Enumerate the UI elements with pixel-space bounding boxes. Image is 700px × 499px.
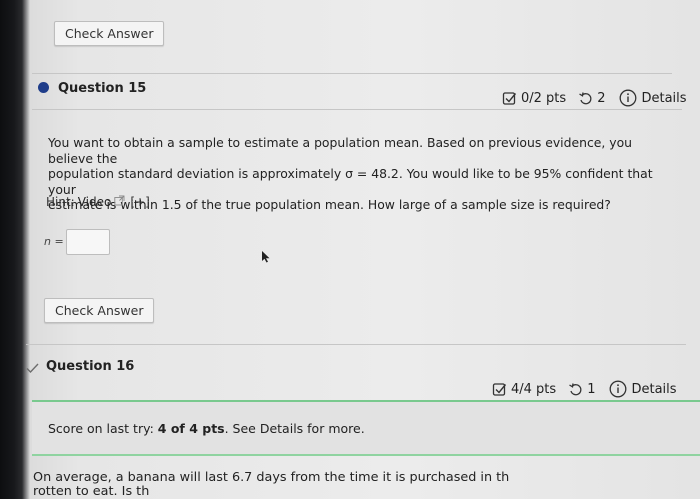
question-15-details-link[interactable]: Details xyxy=(641,91,686,106)
hint-label: Hint: xyxy=(46,195,75,209)
question-16-title: Question 16 xyxy=(46,359,135,374)
question-16-text-line: rotten to eat. Is th xyxy=(33,485,150,499)
hint-expand-toggle[interactable]: [+] xyxy=(130,195,149,209)
hint-row: Hint: Video [+] xyxy=(46,195,150,209)
hint-video-link[interactable]: Video xyxy=(78,195,112,209)
question-15-text-line: You want to obtain a sample to estimate … xyxy=(48,135,633,166)
external-link-icon xyxy=(114,195,125,209)
mouse-cursor-icon xyxy=(261,248,271,267)
checkmark-icon xyxy=(26,359,39,378)
question-16-text: On average, a banana will last 6.7 days … xyxy=(33,471,673,499)
question-16-meta: 4/4 pts 1 Details xyxy=(492,380,677,398)
question-15-text-line: population standard deviation is approxi… xyxy=(48,166,653,197)
question-15-meta: 0/2 pts 2 Details xyxy=(502,89,687,107)
score-summary-box: Score on last try: 4 of 4 pts. See Detai… xyxy=(32,400,700,456)
score-summary-text: Score on last try: 4 of 4 pts. See Detai… xyxy=(48,421,365,436)
points-checkbox-icon xyxy=(492,382,507,397)
divider xyxy=(32,73,672,74)
question-16-text-line: On average, a banana will last 6.7 days … xyxy=(33,471,510,485)
retry-icon xyxy=(568,382,583,397)
score-value: 4 of 4 pts xyxy=(157,421,225,436)
check-answer-button[interactable]: Check Answer xyxy=(44,298,155,323)
question-15-points: 0/2 pts xyxy=(521,90,567,106)
answer-label: n = xyxy=(44,235,64,248)
info-icon[interactable] xyxy=(609,380,627,398)
sample-size-input[interactable] xyxy=(66,229,110,255)
divider xyxy=(26,344,686,345)
question-15-retries: 2 xyxy=(597,90,606,106)
retry-icon xyxy=(578,91,593,106)
question-16-points: 4/4 pts xyxy=(511,381,557,397)
question-15-title: Question 15 xyxy=(58,81,147,96)
question-16-details-link[interactable]: Details xyxy=(631,382,676,397)
info-icon[interactable] xyxy=(619,89,637,107)
check-answer-button-top[interactable]: Check Answer xyxy=(54,21,165,46)
score-prefix: Score on last try: xyxy=(48,421,158,436)
points-checkbox-icon xyxy=(502,91,517,106)
divider xyxy=(32,109,682,110)
current-question-bullet-icon xyxy=(38,82,49,93)
score-suffix: . See Details for more. xyxy=(224,421,365,436)
question-16-retries: 1 xyxy=(587,381,596,397)
